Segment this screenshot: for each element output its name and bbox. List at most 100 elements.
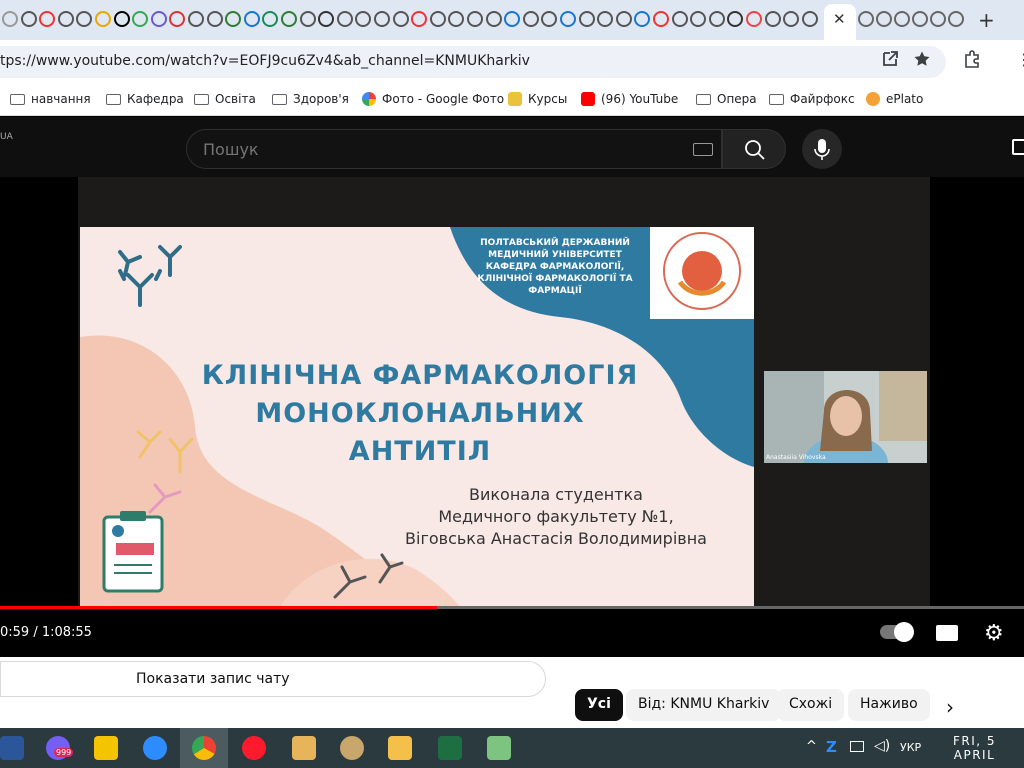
bookmark-item[interactable]: Здоров'я [272, 92, 349, 106]
open-in-app-icon[interactable] [881, 50, 899, 68]
chip-related[interactable]: Схожі [777, 689, 845, 721]
pinned-tab-icon[interactable] [76, 11, 93, 27]
chip-live[interactable]: Наживо [848, 689, 930, 721]
chip-from-channel[interactable]: Від: KNMU Kharkiv [626, 689, 782, 721]
search-box[interactable] [186, 129, 722, 169]
excel-icon[interactable] [438, 736, 462, 760]
pinned-tab-icon[interactable] [95, 11, 111, 27]
bookmark-item[interactable]: Фото - Google Фото [362, 92, 504, 106]
zoom-tray-icon[interactable]: Z [826, 738, 837, 756]
pinned-tab-icon[interactable] [522, 11, 539, 27]
network-icon[interactable] [850, 741, 864, 752]
pinned-tab-icon[interactable] [727, 11, 744, 27]
language-indicator[interactable]: УКР [900, 741, 921, 754]
pinned-tab-icon[interactable] [541, 11, 558, 27]
pinned-tab-icon[interactable] [150, 11, 167, 27]
pinned-tab-icon[interactable] [188, 11, 204, 27]
search-input[interactable] [203, 138, 673, 160]
keyboard-icon[interactable] [693, 143, 713, 156]
pinned-tab-icon[interactable] [671, 11, 688, 27]
bookmark-item[interactable]: ePlato [866, 92, 923, 106]
extensions-icon[interactable] [963, 50, 981, 68]
pinned-tab-icon[interactable] [20, 11, 37, 27]
active-tab[interactable]: ✕ [824, 4, 856, 40]
yandex-icon[interactable] [94, 736, 118, 760]
pinned-tab-icon[interactable] [690, 11, 707, 27]
pinned-tab-icon[interactable] [392, 11, 409, 27]
pinned-tab-icon[interactable] [467, 11, 483, 27]
pinned-tab-icon[interactable] [858, 11, 874, 27]
pinned-tab-icon[interactable] [448, 11, 465, 27]
mail-icon[interactable] [487, 736, 511, 760]
pinned-tab-icon[interactable] [355, 11, 372, 27]
bookmark-item[interactable]: (96) YouTube [581, 92, 678, 106]
close-tab-icon[interactable]: ✕ [833, 10, 846, 28]
create-icon[interactable] [1012, 139, 1024, 155]
viber-icon[interactable]: 999 [46, 736, 74, 760]
pinned-tab-icon[interactable] [504, 11, 521, 27]
pinned-tab-icon[interactable] [2, 11, 18, 27]
pinned-tab-icon[interactable] [653, 11, 669, 27]
pinned-tab-icon[interactable] [206, 11, 223, 27]
pinned-tab-icon[interactable] [169, 11, 186, 27]
pinned-tab-icon[interactable] [39, 11, 56, 27]
pinned-tab-icon[interactable] [299, 11, 316, 27]
new-tab-button[interactable]: + [978, 8, 995, 32]
pinned-tab-icon[interactable] [560, 11, 576, 27]
progress-bar[interactable] [0, 606, 1024, 609]
pinned-tab-icon[interactable] [225, 11, 242, 27]
video-player[interactable]: ПОЛТАВСЬКИЙ ДЕРЖАВНИЙ МЕДИЧНИЙ УНІВЕРСИТ… [0, 177, 1024, 657]
chrome-icon[interactable] [192, 736, 216, 760]
pinned-tab-icon[interactable] [801, 11, 818, 27]
bookmark-item[interactable]: Опера [696, 92, 757, 106]
clock[interactable]: FRI, 5 APRIL [953, 734, 996, 762]
pinned-tab-icon[interactable] [876, 11, 892, 27]
bookmark-star-icon[interactable] [913, 50, 931, 68]
pinned-tab-icon[interactable] [57, 11, 74, 27]
photos-icon[interactable] [292, 736, 316, 760]
pinned-tab-icon[interactable] [708, 11, 725, 27]
pinned-tab-icon[interactable] [894, 11, 910, 27]
bookmark-item[interactable]: Освіта [194, 92, 256, 106]
chevron-right-icon[interactable]: › [946, 695, 954, 719]
pinned-tab-icon[interactable] [764, 11, 781, 27]
address-bar[interactable]: tps://www.youtube.com/watch?v=EOFJ9cu6Zv… [0, 46, 946, 78]
bookmark-item[interactable]: навчання [10, 92, 91, 106]
pinned-tab-icon[interactable] [597, 11, 614, 27]
settings-gear-icon[interactable]: ⚙ [984, 621, 1004, 646]
zoom-icon[interactable] [143, 736, 167, 760]
file-explorer-icon[interactable] [388, 736, 412, 760]
pinned-tab-icon[interactable] [132, 11, 149, 27]
voice-search-button[interactable] [802, 129, 842, 169]
pinned-tab-icon[interactable] [411, 11, 428, 27]
pinned-tab-icon[interactable] [578, 11, 595, 27]
show-chat-replay-button[interactable]: Показати запис чату [0, 661, 546, 697]
pinned-tab-icon[interactable] [113, 11, 130, 27]
bookmark-item[interactable]: Кафедра [106, 92, 184, 106]
pinned-tab-icon[interactable] [615, 11, 632, 27]
opera-icon[interactable] [242, 736, 266, 760]
pinned-tab-icon[interactable] [634, 11, 651, 27]
pinned-tab-icon[interactable] [262, 11, 279, 27]
paint-icon[interactable] [340, 736, 364, 760]
menu-icon[interactable]: ⋮ [1016, 50, 1024, 69]
show-hidden-icons-icon[interactable]: ^ [806, 739, 817, 754]
word-icon[interactable] [0, 736, 24, 760]
chip-all[interactable]: Усі [575, 689, 623, 721]
autoplay-toggle[interactable] [880, 622, 914, 642]
volume-icon[interactable]: ◁) [874, 738, 890, 754]
pinned-tab-icon[interactable] [429, 11, 446, 27]
subtitles-icon[interactable] [936, 625, 958, 641]
bookmark-item[interactable]: Курсы [508, 92, 567, 106]
pinned-tab-icon[interactable] [374, 11, 390, 27]
url-text[interactable]: tps://www.youtube.com/watch?v=EOFJ9cu6Zv… [0, 53, 530, 69]
pinned-tab-icon[interactable] [783, 11, 800, 27]
pinned-tab-icon[interactable] [336, 11, 353, 27]
search-button[interactable] [722, 129, 786, 169]
pinned-tab-icon[interactable] [281, 11, 297, 27]
pinned-tab-icon[interactable] [912, 11, 928, 27]
pinned-tab-icon[interactable] [930, 11, 946, 27]
pinned-tab-icon[interactable] [948, 11, 964, 27]
pinned-tab-icon[interactable] [746, 11, 762, 27]
bookmark-item[interactable]: Файрфокс [769, 92, 855, 106]
